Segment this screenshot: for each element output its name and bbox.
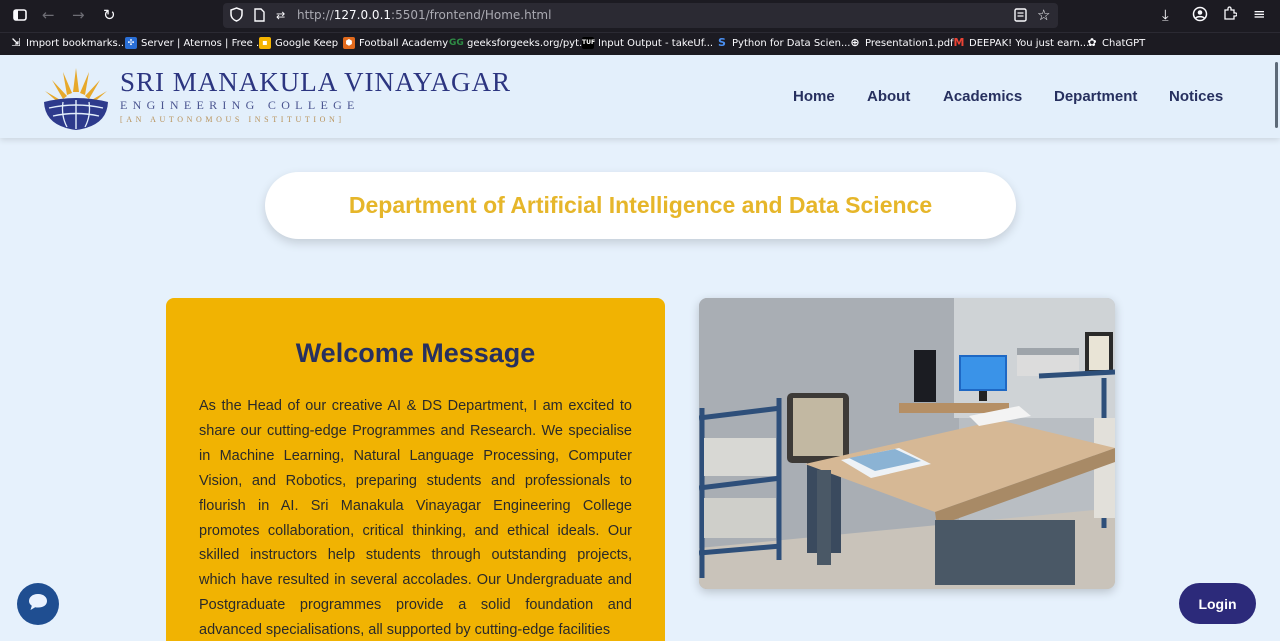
bookmark-item[interactable]: ⬢ Football Academy bbox=[343, 37, 448, 49]
url-text[interactable]: http://127.0.0.1:5501/frontend/Home.html bbox=[297, 8, 551, 22]
account-icon[interactable] bbox=[1192, 6, 1208, 25]
bookmark-item[interactable]: ⊕ Presentation1.pdf bbox=[849, 36, 953, 49]
chatgpt-icon: ✿ bbox=[1087, 36, 1097, 49]
brand-title: SRI MANAKULA VINAYAGAR bbox=[120, 67, 512, 97]
aternos-icon: ✣ bbox=[125, 37, 137, 49]
bookmark-item[interactable]: ✿ ChatGPT bbox=[1086, 37, 1145, 49]
department-office-photo bbox=[699, 298, 1115, 589]
nav-about[interactable]: About bbox=[867, 88, 910, 105]
welcome-card: Welcome Message As the Head of our creat… bbox=[166, 298, 665, 641]
bookmarks-bar: ⇲ Import bookmarks... ✣ Server | Aternos |… bbox=[0, 32, 1280, 55]
globe-icon: ⊕ bbox=[850, 36, 860, 49]
welcome-heading: Welcome Message bbox=[295, 338, 536, 368]
gmail-icon: M bbox=[953, 36, 965, 49]
bookmark-star-icon[interactable]: ☆ bbox=[1037, 7, 1050, 23]
college-logo[interactable] bbox=[41, 64, 111, 137]
browser-toolbar: ← → ↻ ⇄ http://127.0.0.1:5501/frontend/H… bbox=[0, 0, 1280, 32]
reader-view-icon[interactable] bbox=[1014, 8, 1027, 25]
bookmark-item[interactable]: ⇲ Import bookmarks... bbox=[10, 37, 127, 49]
gfg-icon: GG bbox=[449, 38, 464, 48]
page-icon[interactable] bbox=[254, 8, 265, 25]
site-header: SRI MANAKULA VINAYAGAR ENGINEERING COLLE… bbox=[0, 55, 1280, 138]
menu-icon[interactable]: ≡ bbox=[1253, 6, 1266, 22]
welcome-body: As the Head of our creative AI & DS Depa… bbox=[199, 398, 632, 639]
bookmark-item[interactable]: GG geeksforgeeks.org/pyt... bbox=[449, 37, 589, 49]
import-icon: ⇲ bbox=[11, 36, 21, 49]
department-title: Department of Artificial Intelligence an… bbox=[348, 192, 933, 218]
reload-icon[interactable]: ↻ bbox=[103, 7, 116, 23]
sidebar-toggle-icon[interactable] bbox=[13, 8, 27, 25]
chat-bubble-icon bbox=[27, 592, 49, 617]
football-icon: ⬢ bbox=[343, 37, 355, 49]
nav-home[interactable]: Home bbox=[793, 88, 835, 105]
bookmark-item[interactable]: S Python for Data Scien... bbox=[716, 37, 850, 49]
keep-icon: ▪ bbox=[259, 37, 271, 49]
bookmark-item[interactable]: ▪ Google Keep bbox=[259, 37, 338, 49]
forward-arrow-icon[interactable]: → bbox=[72, 7, 85, 23]
extensions-icon[interactable] bbox=[1223, 6, 1238, 24]
login-button[interactable]: Login bbox=[1179, 583, 1256, 624]
bookmark-item[interactable]: M DEEPAK! You just earn... bbox=[953, 36, 1090, 49]
department-banner: Department of Artificial Intelligence an… bbox=[265, 172, 1016, 239]
bookmark-item[interactable]: TUF Input Output - takeUf... bbox=[582, 37, 713, 49]
brand-subtitle: ENGINEERING COLLEGE bbox=[120, 98, 360, 112]
back-arrow-icon[interactable]: ← bbox=[42, 7, 55, 23]
downloads-icon[interactable]: ⤓ bbox=[1162, 7, 1169, 23]
python-icon: S bbox=[718, 36, 726, 49]
chat-button[interactable] bbox=[17, 583, 59, 625]
takeuforward-icon: TUF bbox=[582, 37, 595, 49]
bookmark-item[interactable]: ✣ Server | Aternos | Free ... bbox=[125, 37, 266, 49]
address-bar[interactable]: ⇄ http://127.0.0.1:5501/frontend/Home.ht… bbox=[223, 3, 1058, 28]
nav-department[interactable]: Department bbox=[1054, 88, 1137, 105]
brand-tagline: [AN AUTONOMOUS INSTITUTION] bbox=[120, 115, 345, 124]
page-scrollbar[interactable] bbox=[1275, 62, 1278, 128]
permissions-icon[interactable]: ⇄ bbox=[276, 8, 285, 24]
nav-notices[interactable]: Notices bbox=[1169, 88, 1223, 105]
shield-icon[interactable] bbox=[230, 7, 243, 25]
nav-academics[interactable]: Academics bbox=[943, 88, 1022, 105]
